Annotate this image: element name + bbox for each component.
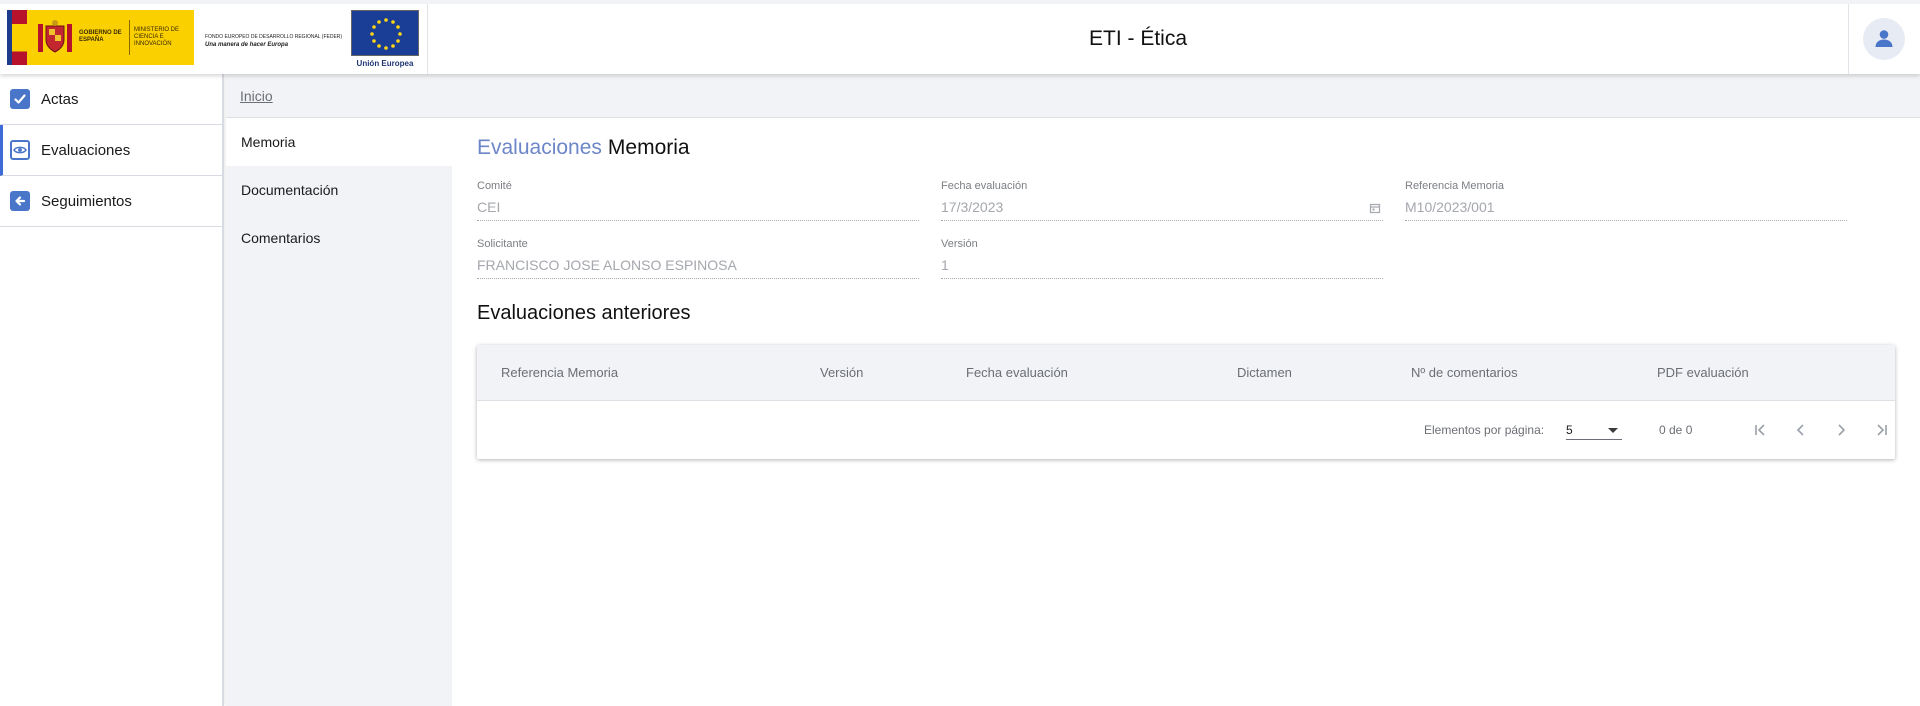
column-header-version[interactable]: Versión — [820, 345, 863, 401]
page-title: Evaluaciones Memoria — [477, 136, 690, 160]
first-page-button[interactable] — [1746, 415, 1776, 445]
fecha-evaluacion-input: 17/3/2023 — [941, 199, 1383, 221]
column-header-dictamen[interactable]: Dictamen — [1237, 345, 1292, 401]
sidebar-item-label: Actas — [41, 90, 79, 108]
sidebar-item-evaluaciones[interactable]: Evaluaciones — [0, 125, 222, 176]
app-header: GOBIERNO DE ESPAÑA MINISTERIO DE CIENCIA… — [0, 0, 1920, 74]
checklist-icon — [10, 89, 30, 109]
chevron-down-icon — [1608, 428, 1618, 433]
last-page-button[interactable] — [1866, 415, 1896, 445]
eu-caption: Unión Europea — [356, 59, 414, 68]
ministerio-text: MINISTERIO DE CIENCIA E INNOVACIÓN — [134, 27, 180, 47]
sidebar-item-seguimientos[interactable]: Seguimientos — [0, 176, 222, 227]
comite-label: Comité — [477, 180, 512, 192]
main-content: Evaluaciones Memoria Comité CEI Fecha eva… — [452, 118, 1920, 706]
chevron-left-icon — [1796, 424, 1804, 436]
sidebar-item-label: Seguimientos — [41, 192, 132, 210]
page-title-subsection: Memoria — [607, 136, 690, 159]
user-menu-button[interactable] — [1863, 18, 1905, 60]
eye-icon — [10, 140, 30, 160]
logo-divider — [129, 20, 130, 55]
feder-slogan: Una manera de hacer Europa — [205, 42, 289, 48]
main-sidebar: Actas Evaluaciones Seguimientos — [0, 74, 224, 706]
fecha-evaluacion-label: Fecha evaluación — [941, 180, 1028, 192]
solicitante-field: Solicitante FRANCISCO JOSE ALONSO ESPINO… — [477, 238, 919, 279]
first-page-icon — [1755, 424, 1765, 436]
app-title: ETI - Ética — [1088, 27, 1188, 50]
evaluaciones-anteriores-table: Referencia Memoria Versión Fecha evaluac… — [477, 345, 1895, 459]
breadcrumb: Inicio — [226, 74, 1920, 118]
column-header-fecha-evaluacion[interactable]: Fecha evaluación — [966, 345, 1068, 401]
page-title-section: Evaluaciones — [477, 136, 602, 159]
sidebar-item-label: Evaluaciones — [41, 141, 131, 159]
solicitante-label: Solicitante — [477, 238, 528, 250]
version-label: Versión — [941, 238, 978, 250]
fecha-evaluacion-value: 17/3/2023 — [941, 199, 1004, 215]
calendar-icon — [1369, 203, 1381, 214]
arrow-left-icon — [10, 191, 30, 211]
chevron-right-icon — [1838, 424, 1846, 436]
last-page-icon — [1877, 424, 1887, 436]
tab-memoria[interactable]: Memoria — [226, 118, 452, 166]
fecha-evaluacion-field: Fecha evaluación 17/3/2023 — [941, 180, 1383, 221]
version-value: 1 — [941, 257, 1383, 279]
items-per-page-label: Elementos por página: — [1424, 423, 1545, 437]
solicitante-value: FRANCISCO JOSE ALONSO ESPINOSA — [477, 257, 919, 279]
feder-name: FONDO EUROPEO DE DESARROLLO REGIONAL (FE… — [205, 34, 343, 40]
referencia-memoria-value: M10/2023/001 — [1405, 199, 1847, 221]
tab-documentacion[interactable]: Documentación — [226, 166, 452, 214]
gobierno-text: GOBIERNO DE ESPAÑA — [79, 30, 122, 43]
column-header-referencia-memoria[interactable]: Referencia Memoria — [501, 345, 618, 401]
page-size-select[interactable]: 5 — [1566, 418, 1622, 440]
sidebar-item-actas[interactable]: Actas — [0, 74, 222, 125]
paginator: Elementos por página: 5 0 de 0 — [477, 401, 1895, 459]
version-field: Versión 1 — [941, 238, 1383, 279]
memoria-subnav: Memoria Documentación Comentarios — [226, 118, 452, 706]
column-header-pdf-evaluacion[interactable]: PDF evaluación — [1657, 345, 1749, 401]
previous-page-button[interactable] — [1786, 415, 1816, 445]
spain-flag-stripe — [7, 10, 27, 65]
feder-text-block: FONDO EUROPEO DE DESARROLLO REGIONAL (FE… — [205, 34, 345, 48]
column-header-num-comentarios[interactable]: Nº de comentarios — [1411, 345, 1518, 401]
logo-area: GOBIERNO DE ESPAÑA MINISTERIO DE CIENCIA… — [0, 4, 428, 74]
breadcrumb-home-link[interactable]: Inicio — [240, 88, 273, 104]
referencia-memoria-field: Referencia Memoria M10/2023/001 — [1405, 180, 1847, 221]
comite-value: CEI — [477, 199, 919, 221]
user-area — [1848, 4, 1920, 74]
comite-field: Comité CEI — [477, 180, 919, 221]
gobierno-espana-logo: GOBIERNO DE ESPAÑA MINISTERIO DE CIENCIA… — [7, 10, 194, 65]
spain-coat-of-arms-icon — [38, 20, 72, 53]
page-size-value: 5 — [1566, 423, 1573, 437]
section-title: Evaluaciones anteriores — [477, 302, 691, 324]
referencia-memoria-label: Referencia Memoria — [1405, 180, 1505, 192]
user-icon — [1875, 30, 1893, 47]
eu-flag-icon — [351, 10, 419, 56]
page-range: 0 de 0 — [1659, 423, 1693, 437]
table-header: Referencia Memoria Versión Fecha evaluac… — [477, 345, 1895, 401]
tab-comentarios[interactable]: Comentarios — [226, 214, 452, 262]
next-page-button[interactable] — [1826, 415, 1856, 445]
